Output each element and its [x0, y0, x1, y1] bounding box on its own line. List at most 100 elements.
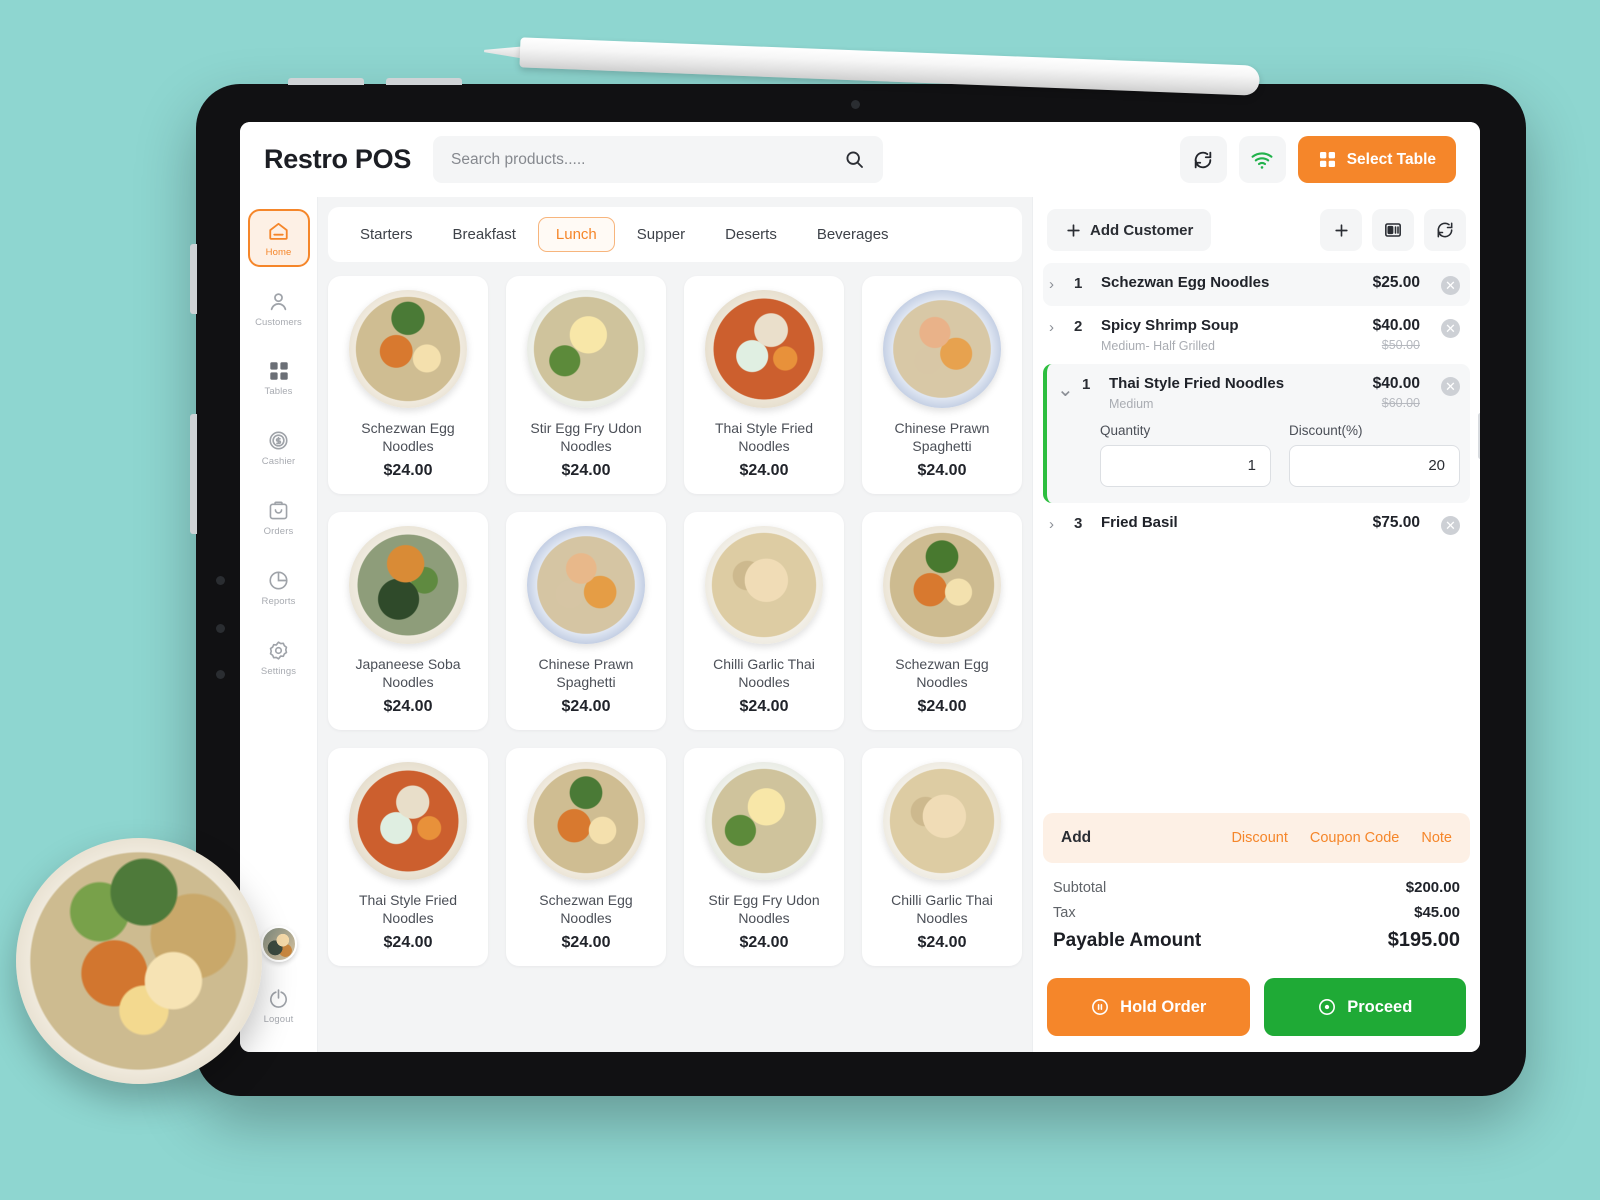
order-item-name: Thai Style Fried Noodles — [1109, 374, 1285, 392]
tab-breakfast[interactable]: Breakfast — [435, 217, 534, 252]
product-name: Chilli Garlic Thai Noodles — [713, 656, 815, 691]
order-item-row[interactable]: › 1 Schezwan Egg Noodles $25.00 ✕ — [1043, 263, 1470, 306]
sensor-dot-2 — [216, 624, 225, 633]
home-icon — [269, 222, 288, 240]
discount-input[interactable] — [1289, 444, 1460, 487]
product-card[interactable]: Schezwan Egg Noodles $24.00 — [328, 276, 488, 494]
refresh-icon — [1437, 222, 1453, 238]
sidebar-item-tables[interactable]: Tables — [248, 349, 310, 406]
sidebar-item-reports[interactable]: Reports — [248, 558, 310, 616]
product-card[interactable]: Thai Style Fried Noodles $24.00 — [328, 748, 488, 966]
order-item-row[interactable]: › 3 Fried Basil $75.00 ✕ — [1043, 503, 1470, 546]
payable-value: $195.00 — [1387, 929, 1460, 951]
order-totals: Subtotal $200.00 Tax $45.00 Payable Amou… — [1033, 863, 1480, 968]
search-bar[interactable] — [433, 136, 884, 183]
product-image — [883, 526, 1001, 644]
product-price: $24.00 — [739, 462, 789, 479]
sidebar-item-label: Logout — [263, 1014, 294, 1025]
tablet-screen: Restro POS Search products..... Select T… — [240, 122, 1480, 1052]
product-price: $24.00 — [383, 462, 433, 479]
wifi-button[interactable] — [1238, 136, 1286, 183]
add-label: Add — [1061, 829, 1092, 846]
remove-item-icon[interactable]: ✕ — [1441, 515, 1460, 535]
product-card[interactable]: Schezwan Egg Noodles $24.00 — [862, 512, 1022, 730]
sidebar-item-customers[interactable]: Customers — [248, 279, 310, 337]
order-item-name: Schezwan Egg Noodles — [1101, 274, 1270, 291]
sidebar-item-label: Home — [265, 247, 292, 258]
order-add-bar: Add Discount Coupon Code Note — [1043, 813, 1470, 863]
product-card[interactable]: Thai Style Fried Noodles $24.00 — [684, 276, 844, 494]
search-input[interactable] — [451, 150, 845, 169]
note-link[interactable]: Note — [1421, 830, 1452, 846]
chevron-right-icon[interactable]: › — [1049, 514, 1065, 533]
product-card[interactable]: Japaneese Soba Noodles $24.00 — [328, 512, 488, 730]
remove-item-icon[interactable]: ✕ — [1441, 276, 1460, 295]
decorative-food-bowl-image — [16, 838, 262, 1084]
order-item-old-price: $50.00 — [1381, 338, 1420, 352]
user-icon — [270, 293, 287, 311]
sidebar-item-home[interactable]: Home — [247, 209, 310, 267]
app-header: Restro POS Search products..... Select T… — [240, 122, 1480, 197]
remove-item-icon[interactable]: ✕ — [1441, 319, 1460, 338]
search-icon[interactable] — [844, 149, 865, 170]
product-image — [527, 762, 645, 880]
tablet-device: Restro POS Search products..... Select T… — [190, 78, 1526, 1096]
product-card[interactable]: Chinese Prawn Spaghetti $24.00 — [862, 276, 1022, 494]
category-tabs: Starters Breakfast Lunch Supper Deserts … — [328, 207, 1022, 262]
sidebar-item-orders[interactable]: Orders — [248, 488, 310, 546]
sidebar-item-label: Orders — [263, 526, 294, 537]
select-table-button[interactable]: Select Table — [1297, 136, 1456, 183]
chevron-right-icon[interactable]: › — [1049, 274, 1065, 293]
product-price: $24.00 — [917, 462, 967, 479]
order-item-texts: Spicy Shrimp Soup Medium- Half Grilled — [1101, 317, 1364, 353]
order-item-row[interactable]: › 2 Spicy Shrimp Soup Medium- Half Grilled $… — [1043, 306, 1470, 364]
add-item-button[interactable] — [1320, 209, 1362, 251]
tab-deserts[interactable]: Deserts — [707, 217, 795, 252]
grid-icon — [1319, 151, 1335, 168]
refresh-button[interactable] — [1179, 136, 1227, 183]
add-customer-button[interactable]: Add Customer — [1047, 209, 1212, 251]
coupon-code-link[interactable]: Coupon Code — [1310, 830, 1400, 846]
product-price: $24.00 — [739, 934, 789, 951]
chevron-down-icon[interactable]: ⌄ — [1057, 375, 1074, 402]
wifi-icon — [1251, 151, 1273, 169]
product-image — [883, 290, 1001, 408]
order-item-row[interactable]: ⌄ 1 Thai Style Fried Noodles Medium $40.00 $6… — [1043, 363, 1470, 503]
sidebar-item-label: Reports — [261, 596, 296, 607]
order-refresh-button[interactable] — [1424, 209, 1466, 251]
product-card[interactable]: Stir Egg Fry Udon Noodles $24.00 — [506, 276, 666, 494]
order-list-scrollbar[interactable] — [1478, 413, 1480, 459]
order-panel-toolbar: Add Customer — [1033, 197, 1480, 263]
hold-order-button[interactable]: Hold Order — [1047, 978, 1250, 1036]
tab-starters[interactable]: Starters — [342, 217, 431, 252]
product-card[interactable]: Chinese Prawn Spaghetti $24.00 — [506, 512, 666, 730]
order-item-name: Fried Basil — [1101, 513, 1178, 531]
product-image — [349, 762, 467, 880]
tablet-button-volume-down — [386, 78, 462, 85]
payable-label: Payable Amount — [1053, 929, 1202, 951]
proceed-button[interactable]: Proceed — [1263, 978, 1466, 1036]
chevron-right-icon[interactable]: › — [1049, 317, 1065, 336]
sidebar-item-settings[interactable]: Settings — [248, 628, 310, 686]
products-grid: Schezwan Egg Noodles $24.00 Stir Egg Fry U… — [328, 276, 1022, 966]
plus-icon — [1334, 223, 1348, 237]
product-card[interactable]: Chilli Garlic Thai Noodles $24.00 — [862, 748, 1022, 966]
discount-link[interactable]: Discount — [1231, 830, 1287, 846]
avatar[interactable] — [260, 926, 297, 962]
products-grid-wrapper: Schezwan Egg Noodles $24.00 Stir Egg Fry U… — [318, 262, 1032, 1052]
quantity-input[interactable] — [1100, 444, 1271, 487]
product-name: Stir Egg Fry Udon Noodles — [708, 892, 820, 927]
order-item-old-price: $60.00 — [1381, 395, 1420, 410]
tab-beverages[interactable]: Beverages — [799, 217, 907, 252]
tab-supper[interactable]: Supper — [619, 217, 703, 252]
card-reader-button[interactable] — [1372, 209, 1414, 251]
order-actions: Hold Order Proceed — [1033, 968, 1480, 1052]
sidebar-item-cashier[interactable]: Cashier — [248, 418, 310, 476]
tab-lunch[interactable]: Lunch — [537, 217, 615, 252]
product-card[interactable]: Schezwan Egg Noodles $24.00 — [506, 748, 666, 966]
product-card[interactable]: Chilli Garlic Thai Noodles $24.00 — [684, 512, 844, 730]
dollar-circle-icon — [269, 431, 288, 450]
product-card[interactable]: Stir Egg Fry Udon Noodles $24.00 — [684, 748, 844, 966]
sidebar-item-label: Tables — [264, 386, 293, 397]
remove-item-icon[interactable]: ✕ — [1441, 376, 1460, 396]
